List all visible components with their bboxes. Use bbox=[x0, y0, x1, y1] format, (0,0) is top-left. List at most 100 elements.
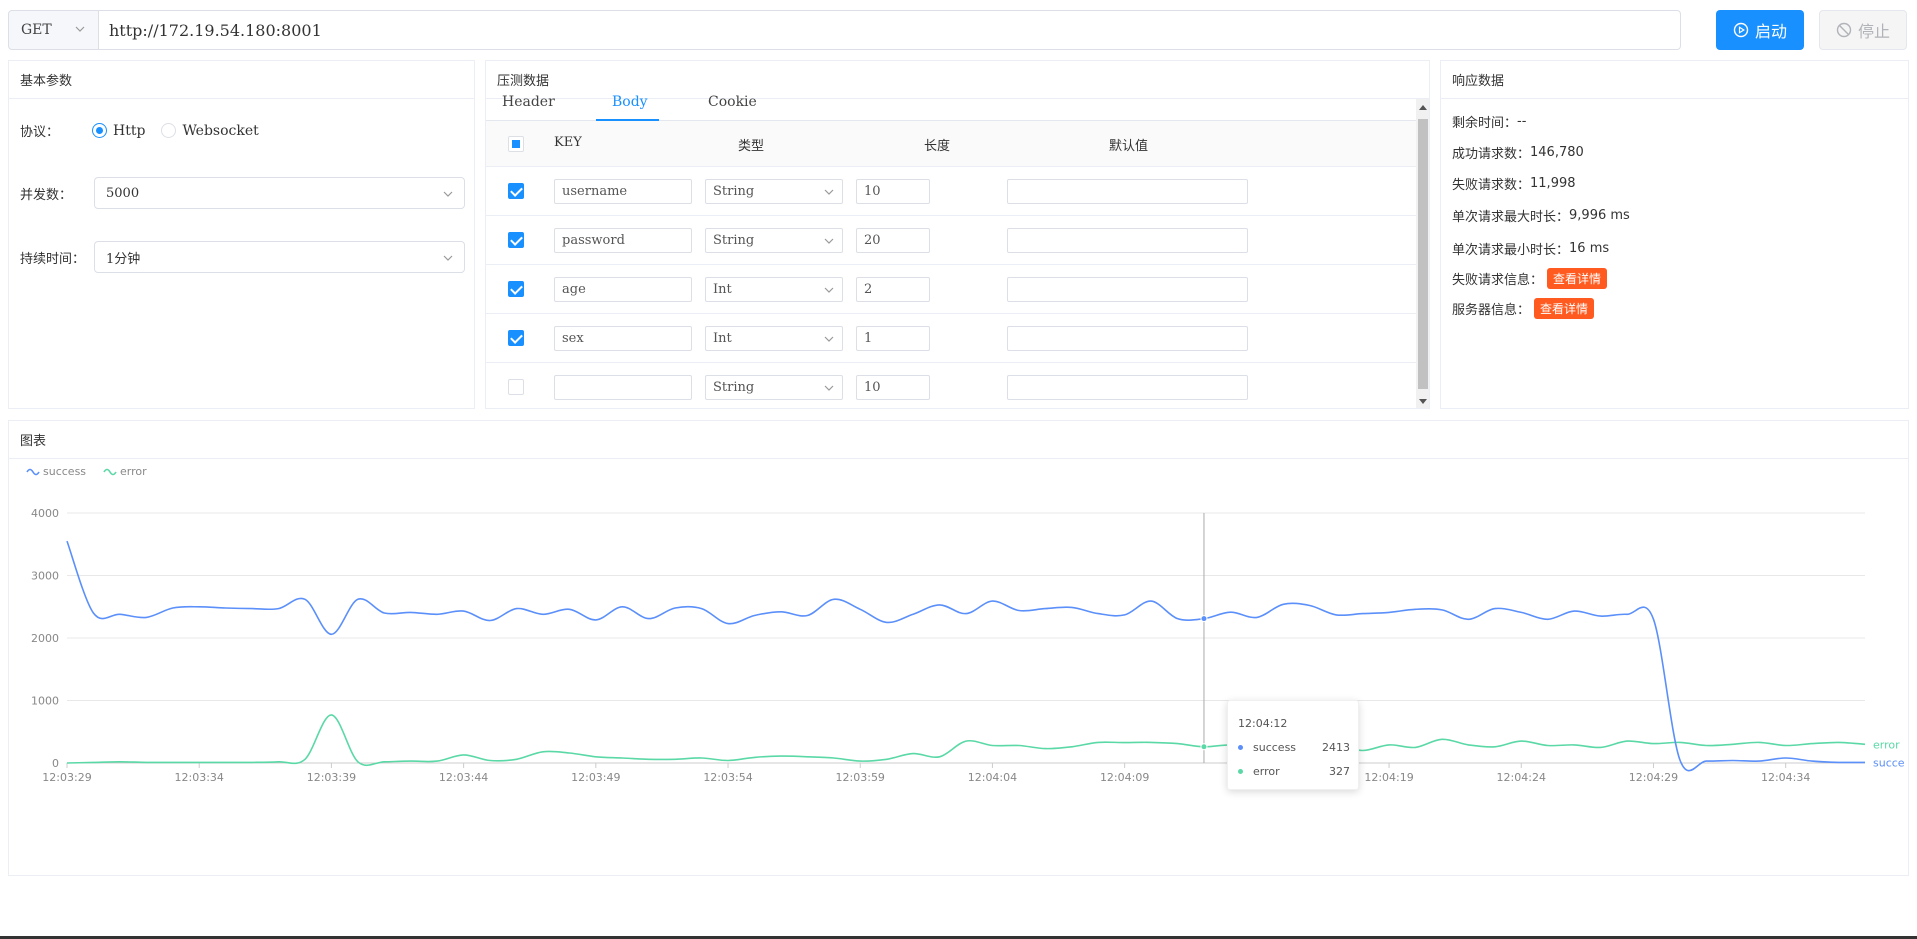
key-value: sex bbox=[562, 331, 584, 346]
chart-tooltip: 12:04:12 success 2413 error 327 bbox=[1227, 700, 1359, 790]
length-input[interactable]: 10 bbox=[856, 179, 930, 204]
type-select[interactable]: Int bbox=[705, 277, 843, 302]
max-duration: 单次请求最大时长： 9,996 ms bbox=[1452, 206, 1630, 225]
duration-value: 1分钟 bbox=[106, 251, 141, 267]
legend-success-icon bbox=[26, 468, 40, 476]
length-input[interactable]: 10 bbox=[856, 375, 930, 400]
chevron-down-icon bbox=[824, 385, 834, 391]
length-input[interactable]: 1 bbox=[856, 326, 930, 351]
y-tick-label: 1000 bbox=[31, 695, 59, 708]
type-value: Int bbox=[713, 331, 732, 346]
success-dot-icon bbox=[1238, 745, 1243, 750]
key-value: username bbox=[562, 184, 628, 199]
concurrency-select[interactable]: 5000 bbox=[94, 177, 465, 209]
radio-http-label: Http bbox=[113, 122, 146, 139]
vertical-scrollbar[interactable] bbox=[1416, 99, 1429, 408]
default-value-input[interactable] bbox=[1007, 277, 1248, 302]
chevron-down-icon bbox=[824, 238, 834, 244]
url-value: http://172.19.54.180:8001 bbox=[109, 20, 322, 40]
start-button[interactable]: 启动 bbox=[1716, 10, 1804, 50]
key-input[interactable] bbox=[554, 375, 692, 400]
min-label: 单次请求最小时长： bbox=[1452, 243, 1570, 258]
duration-label: 持续时间： bbox=[20, 252, 86, 267]
length-value: 10 bbox=[864, 380, 881, 395]
key-value: age bbox=[562, 282, 586, 297]
type-select[interactable]: Int bbox=[705, 326, 843, 351]
default-value-input[interactable] bbox=[1007, 375, 1248, 400]
success-count: 成功请求数： 146,780 bbox=[1452, 143, 1584, 162]
protocol-label: 协议： bbox=[20, 125, 60, 140]
default-value-input[interactable] bbox=[1007, 179, 1248, 204]
fail-info: 失败请求信息： 查看详情 bbox=[1452, 268, 1608, 289]
length-value: 1 bbox=[864, 331, 873, 346]
x-tick-label: 12:03:34 bbox=[175, 771, 224, 784]
tooltip-time: 12:04:12 bbox=[1238, 717, 1288, 730]
type-select[interactable]: String bbox=[705, 179, 843, 204]
default-value-input[interactable] bbox=[1007, 326, 1248, 351]
type-select[interactable]: String bbox=[705, 228, 843, 253]
error-dot-icon bbox=[1238, 769, 1243, 774]
x-tick-label: 12:03:59 bbox=[836, 771, 885, 784]
radio-checked-icon bbox=[92, 123, 107, 138]
length-input[interactable]: 2 bbox=[856, 277, 930, 302]
method-select[interactable]: GET bbox=[8, 10, 99, 50]
stop-button[interactable]: 停止 bbox=[1819, 10, 1907, 50]
row-checkbox[interactable] bbox=[508, 281, 524, 297]
scrollbar-thumb[interactable] bbox=[1418, 119, 1428, 389]
row-checkbox[interactable] bbox=[508, 379, 524, 395]
type-value: Int bbox=[713, 282, 732, 297]
row-checkbox[interactable] bbox=[508, 232, 524, 248]
length-input[interactable]: 20 bbox=[856, 228, 930, 253]
duration-select[interactable]: 1分钟 bbox=[94, 241, 465, 273]
start-label: 启动 bbox=[1754, 22, 1787, 41]
type-select[interactable]: String bbox=[705, 375, 843, 400]
concurrency-row: 并发数： bbox=[20, 184, 72, 203]
key-input[interactable]: password bbox=[554, 228, 692, 253]
remaining-label: 剩余时间： bbox=[1452, 116, 1518, 131]
radio-http[interactable]: Http bbox=[92, 123, 145, 139]
tab-header[interactable]: Header bbox=[502, 94, 555, 110]
min-value: 16 ms bbox=[1569, 241, 1610, 256]
x-tick-label: 12:03:39 bbox=[307, 771, 356, 784]
x-tick-label: 12:03:44 bbox=[439, 771, 488, 784]
play-circle-icon bbox=[1733, 22, 1749, 38]
key-value: password bbox=[562, 233, 625, 248]
basic-params-panel: 基本参数 协议： Http Websocket 并发数： 5000 持续时间： … bbox=[8, 60, 475, 409]
chart-title: 图表 bbox=[9, 421, 1908, 459]
table-row: sex Int 1 bbox=[486, 314, 1416, 363]
row-checkbox[interactable] bbox=[508, 183, 524, 199]
fail-info-label: 失败请求信息： bbox=[1452, 273, 1544, 288]
legend-success-label: success bbox=[43, 465, 86, 478]
fail-value: 11,998 bbox=[1530, 176, 1576, 191]
key-input[interactable]: sex bbox=[554, 326, 692, 351]
fail-info-detail-button[interactable]: 查看详情 bbox=[1547, 268, 1608, 289]
key-input[interactable]: username bbox=[554, 179, 692, 204]
row-checkbox[interactable] bbox=[508, 330, 524, 346]
y-tick-label: 0 bbox=[52, 757, 59, 770]
scroll-up-arrow-icon[interactable] bbox=[1419, 105, 1427, 110]
max-label: 单次请求最大时长： bbox=[1452, 210, 1570, 225]
x-tick-label: 12:03:29 bbox=[42, 771, 91, 784]
server-info-label: 服务器信息： bbox=[1452, 303, 1531, 318]
pressure-data-panel: 压测数据 Header Body Cookie KEY 类型 长度 默认值 us… bbox=[485, 60, 1430, 409]
x-tick-label: 12:03:49 bbox=[571, 771, 620, 784]
chevron-down-icon bbox=[824, 336, 834, 342]
server-info-detail-button[interactable]: 查看详情 bbox=[1534, 298, 1595, 319]
fail-count: 失败请求数： 11,998 bbox=[1452, 174, 1576, 193]
tab-cookie[interactable]: Cookie bbox=[708, 94, 757, 110]
x-tick-label: 12:03:54 bbox=[703, 771, 752, 784]
fail-label: 失败请求数： bbox=[1452, 178, 1531, 193]
scroll-down-arrow-icon[interactable] bbox=[1419, 399, 1427, 404]
default-value-input[interactable] bbox=[1007, 228, 1248, 253]
url-input[interactable]: http://172.19.54.180:8001 bbox=[98, 10, 1681, 50]
col-default: 默认值 bbox=[1109, 139, 1149, 154]
remaining-time: 剩余时间： -- bbox=[1452, 112, 1526, 131]
key-input[interactable]: age bbox=[554, 277, 692, 302]
select-all-checkbox[interactable] bbox=[508, 136, 524, 152]
legend-error-label: error bbox=[120, 465, 147, 478]
col-type: 类型 bbox=[738, 139, 765, 154]
radio-websocket[interactable]: Websocket bbox=[161, 123, 259, 139]
table-header: KEY 类型 长度 默认值 bbox=[486, 121, 1416, 167]
tab-body[interactable]: Body bbox=[612, 94, 648, 110]
type-value: String bbox=[713, 184, 755, 199]
